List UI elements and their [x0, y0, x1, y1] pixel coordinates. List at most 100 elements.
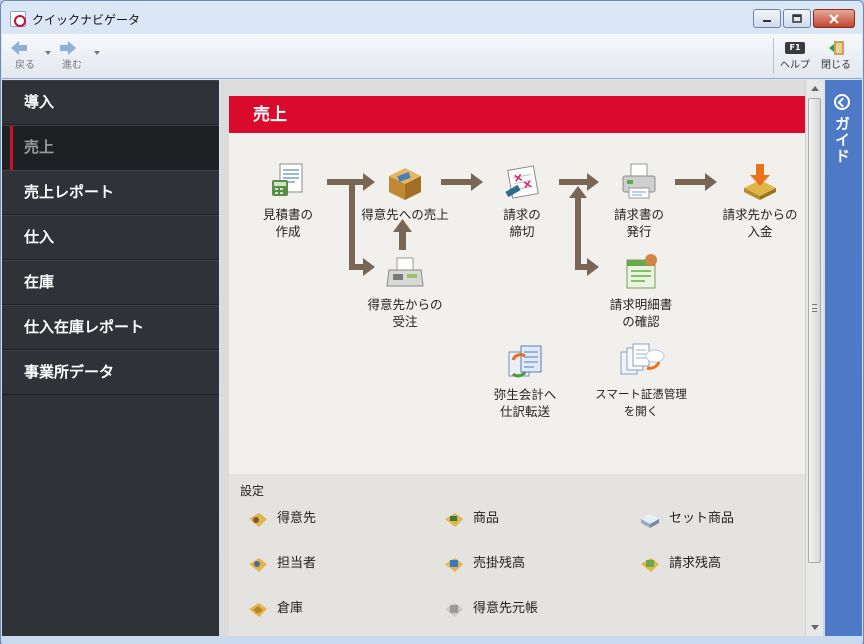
flow-arrow-invoice-to-payment-shaft [675, 179, 705, 185]
yayoi-transfer-line-2: 仕訳転送 [499, 404, 550, 419]
window-title: クイックナビゲータ [32, 13, 141, 27]
sales-to-customer-label: 得意先への売上 [361, 207, 449, 222]
back-button[interactable]: 戻る [5, 37, 45, 75]
settings-item-product-label: 商品 [473, 511, 500, 526]
billing-balance-icon [641, 558, 659, 572]
transfer-journal-icon [508, 345, 542, 378]
back-dropdown-icon[interactable] [45, 51, 51, 55]
flow-node-sales-to-customer[interactable]: 得意先への売上 [359, 162, 451, 223]
settings-item-customer-ledger[interactable]: 得意先元帳 [443, 598, 603, 620]
payment-received-line-2: 入金 [747, 224, 773, 239]
smart-voucher-line-1: スマート証憑管理 [595, 387, 687, 401]
fax-machine-icon [386, 257, 424, 287]
title-bar: クイックナビゲータ [1, 1, 863, 33]
invoice-detail-icon [626, 254, 657, 289]
maximize-icon [792, 14, 802, 23]
guide-panel-toggle[interactable]: ガイド [825, 80, 862, 636]
sidebar-item-purchase-inventory-report[interactable]: 仕入在庫レポート [2, 305, 219, 350]
settings-item-receivable-balance[interactable]: 売掛残高 [443, 553, 603, 575]
flow-arrow-detail-vertical [575, 196, 581, 267]
payment-received-line-1: 請求先からの [722, 207, 798, 222]
settings-item-customer-label: 得意先 [277, 511, 317, 526]
f1-key-icon: F1 [785, 42, 805, 54]
flow-node-invoice-detail[interactable]: 請求明細書 の確認 [597, 252, 685, 330]
sales-flow-panel: 売上 見積書の 作成 得意先への売上 得意先からの 受注 請求の 締切 請求書の… [229, 96, 808, 474]
scroll-down-icon[interactable] [811, 625, 819, 630]
invoice-detail-line-1: 請求明細書 [609, 297, 673, 312]
sidebar-nav: 導入 売上 売上レポート 仕入 在庫 仕入在庫レポート 事業所データ [2, 80, 219, 636]
exit-door-icon [829, 41, 844, 55]
settings-item-customer[interactable]: 得意先 [247, 508, 407, 530]
settings-item-set-product[interactable]: セット商品 [639, 508, 799, 530]
forward-label: 進む [62, 60, 82, 71]
billing-close-line-2: 締切 [509, 224, 535, 239]
shipping-box-icon [389, 168, 421, 200]
order-from-customer-line-2: 受注 [392, 314, 418, 329]
yayoi-transfer-line-1: 弥生会計へ [493, 387, 557, 402]
forward-dropdown-icon[interactable] [94, 51, 100, 55]
estimate-document-icon [272, 163, 303, 196]
close-window-button[interactable] [813, 9, 855, 28]
content-scrollbar[interactable] [805, 80, 823, 636]
flow-node-smart-voucher[interactable]: スマート証憑管理 を開く [589, 342, 693, 420]
window-bottom-edge [2, 636, 862, 644]
app-window: クイックナビゲータ 戻る 進む F1 ヘルプ 閉じる 導入 売上 売上レポート … [0, 0, 864, 644]
scroll-thumb[interactable] [808, 98, 821, 563]
customer-icon [249, 513, 267, 527]
sidebar-item-sales[interactable]: 売上 [2, 125, 219, 170]
flow-arrow-branch-vertical [349, 179, 355, 270]
flow-node-billing-close[interactable]: 請求の 締切 [487, 162, 557, 240]
billing-close-line-1: 請求の [503, 207, 541, 222]
flow-node-payment-received[interactable]: 請求先からの 入金 [713, 162, 807, 240]
sidebar-item-inventory[interactable]: 在庫 [2, 260, 219, 305]
payment-tray-icon [744, 164, 776, 200]
set-product-icon [641, 514, 659, 528]
product-icon [445, 513, 463, 527]
invoice-detail-line-2: の確認 [622, 314, 660, 329]
settings-item-warehouse-label: 倉庫 [277, 601, 304, 616]
close-icon [829, 13, 839, 24]
minimize-icon [763, 19, 771, 22]
flow-node-yayoi-transfer[interactable]: 弥生会計へ 仕訳転送 [481, 342, 569, 420]
calendar-close-icon [505, 165, 539, 199]
staff-icon [249, 558, 267, 572]
minimize-button[interactable] [753, 9, 781, 28]
scroll-up-icon[interactable] [811, 86, 819, 91]
sidebar-item-business-data[interactable]: 事業所データ [2, 350, 219, 395]
issue-invoice-line-2: 発行 [626, 224, 652, 239]
order-from-customer-line-1: 得意先からの [367, 297, 443, 312]
printer-icon [622, 163, 656, 199]
sidebar-item-sales-report[interactable]: 売上レポート [2, 170, 219, 215]
settings-item-staff[interactable]: 担当者 [247, 553, 407, 575]
sidebar-item-purchasing[interactable]: 仕入 [2, 215, 219, 260]
settings-item-product[interactable]: 商品 [443, 508, 603, 530]
settings-item-customer-ledger-label: 得意先元帳 [473, 601, 539, 616]
window-controls [753, 9, 855, 28]
flow-node-estimate[interactable]: 見積書の 作成 [253, 162, 323, 240]
settings-item-billing-balance[interactable]: 請求残高 [639, 553, 799, 575]
flow-node-order-from-customer[interactable]: 得意先からの 受注 [358, 256, 452, 330]
settings-item-warehouse[interactable]: 倉庫 [247, 598, 407, 620]
customer-ledger-icon [445, 603, 463, 617]
toolbar-separator [773, 38, 774, 74]
app-icon [10, 11, 26, 27]
forward-arrow-icon [60, 41, 76, 55]
settings-item-staff-label: 担当者 [277, 556, 317, 571]
help-button[interactable]: F1 ヘルプ [775, 37, 815, 75]
guide-label: ガイド [833, 116, 851, 164]
warehouse-icon [249, 603, 267, 617]
close-app-button[interactable]: 閉じる [816, 37, 856, 75]
chevron-left-circle-icon [834, 94, 850, 110]
settings-panel: 設定 得意先 商品 セット商品 担当者 売掛残高 請求残高 倉庫 得意先元帳 [229, 474, 808, 636]
estimate-line-1: 見積書の [262, 207, 313, 222]
flow-arrow-close-to-invoice-head [587, 173, 599, 191]
smart-voucher-line-2: を開く [623, 404, 659, 418]
flow-arrow-order-to-sales-shaft [399, 230, 406, 250]
flow-node-issue-invoice[interactable]: 請求書の 発行 [603, 162, 675, 240]
maximize-button[interactable] [783, 9, 811, 28]
close-app-label: 閉じる [821, 60, 851, 71]
estimate-line-2: 作成 [275, 224, 301, 239]
sidebar-item-introduction[interactable]: 導入 [2, 80, 219, 125]
back-label: 戻る [15, 60, 35, 71]
forward-button[interactable]: 進む [52, 37, 92, 75]
